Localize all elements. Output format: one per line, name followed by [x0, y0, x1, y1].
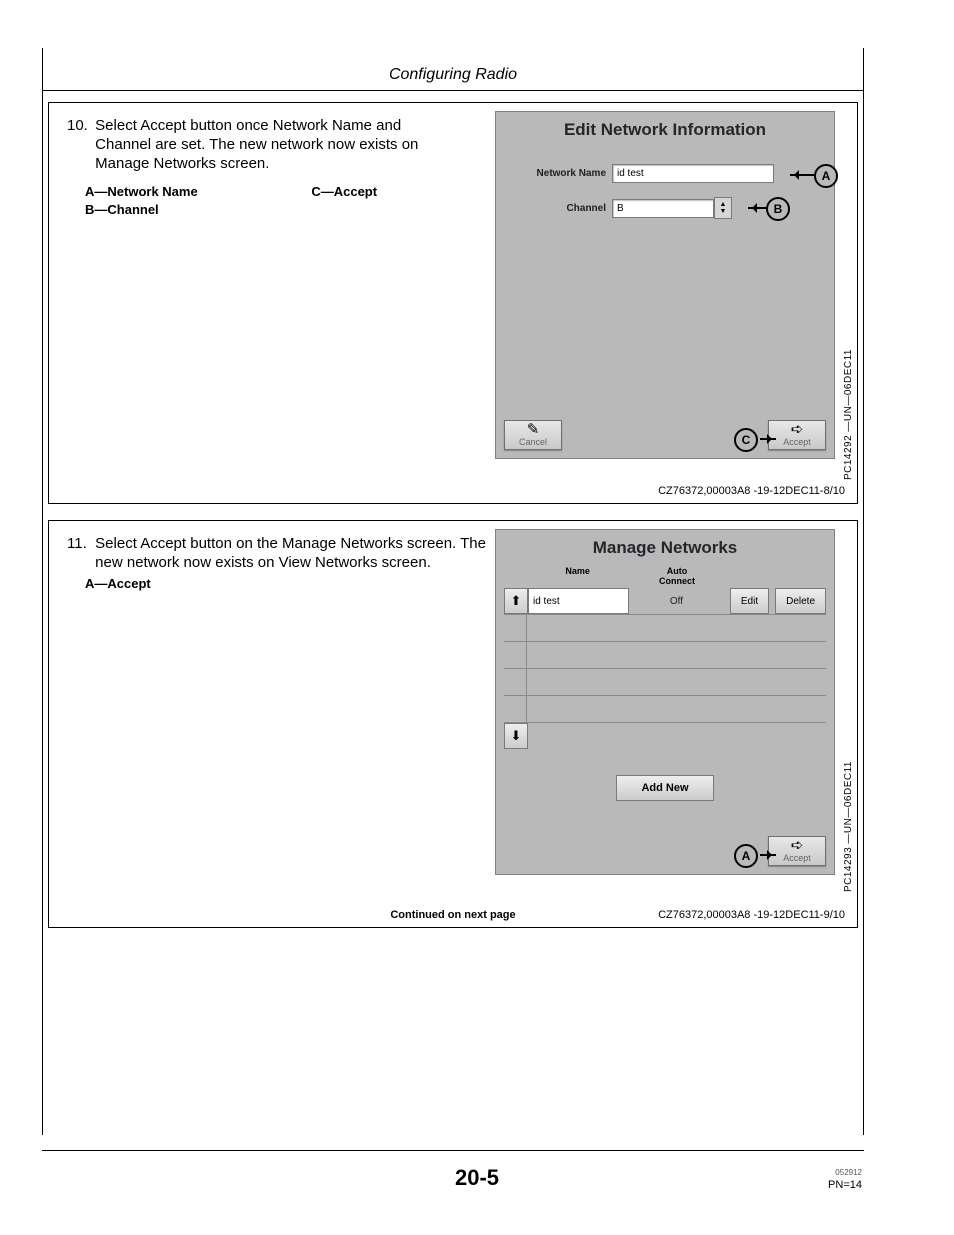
figure-code-11: PC14293 —UN—06DEC11 — [843, 761, 854, 892]
step-10-text: 10. Select Accept button once Network Na… — [67, 117, 467, 173]
network-name-field[interactable]: id test — [612, 164, 774, 183]
cancel-button[interactable]: ✎ Cancel — [504, 420, 562, 450]
accept-label-11: Accept — [775, 853, 819, 863]
row-auto: Off — [629, 588, 724, 614]
col-auto: Auto Connect — [627, 566, 726, 586]
step-11-number: 11. — [67, 535, 91, 554]
callout-b: B — [766, 197, 790, 221]
row-name[interactable]: id test — [528, 588, 629, 614]
figure-code-10: PC14292 —UN—06DEC11 — [843, 349, 854, 480]
step-11-box: 11. Select Accept button on the Manage N… — [48, 520, 858, 928]
spinner-down-icon: ▼ — [720, 208, 727, 215]
section-header: Configuring Radio — [43, 48, 863, 91]
manage-networks-screen: Manage Networks Name Auto Connect ⬆ id t… — [495, 529, 835, 875]
channel-spinner[interactable]: ▲ ▼ — [714, 197, 732, 219]
spinner-up-icon: ▲ — [720, 201, 727, 208]
step-10-legend: A—Network Name C—Accept B—Channel — [85, 183, 377, 219]
channel-label: Channel — [526, 203, 606, 214]
manage-networks-title: Manage Networks — [496, 530, 834, 564]
channel-field[interactable]: B — [612, 199, 714, 218]
scroll-down-button[interactable]: ⬇ — [504, 723, 528, 749]
step-10-box: 10. Select Accept button once Network Na… — [48, 102, 858, 504]
footer-date: 052912 — [835, 1168, 862, 1177]
delete-button[interactable]: Delete — [775, 588, 826, 614]
callout-c: C — [734, 428, 758, 452]
cancel-label: Cancel — [511, 437, 555, 447]
doc-code-10: CZ76372,00003A8 -19-12DEC11-8/10 — [658, 485, 845, 497]
step-11-body: Select Accept button on the Manage Netwo… — [95, 535, 491, 573]
callout-a: A — [814, 164, 838, 188]
edit-network-info-screen: Edit Network Information Network Name id… — [495, 111, 835, 459]
legend-c: C—Accept — [311, 183, 377, 201]
callout-a-11: A — [734, 844, 758, 868]
doc-code-11: CZ76372,00003A8 -19-12DEC11-9/10 — [658, 909, 845, 921]
step-10-body: Select Accept button once Network Name a… — [95, 117, 455, 173]
accept-icon: ➪ — [775, 423, 819, 437]
cancel-icon: ✎ — [511, 423, 555, 437]
legend-a: A—Network Name — [85, 184, 198, 199]
step-11-text: 11. Select Accept button on the Manage N… — [67, 535, 497, 573]
edit-network-title: Edit Network Information — [496, 112, 834, 146]
page-number: 20-5 — [0, 1165, 954, 1191]
pn-label: PN=14 — [828, 1179, 862, 1191]
scroll-up-button[interactable]: ⬆ — [504, 588, 528, 614]
accept-icon-11: ➪ — [775, 839, 819, 853]
edit-button[interactable]: Edit — [730, 588, 769, 614]
col-name: Name — [528, 566, 627, 586]
legend-b: B—Channel — [85, 201, 377, 219]
legend-a-11: A—Accept — [85, 575, 151, 593]
add-new-button[interactable]: Add New — [616, 775, 714, 801]
step-10-number: 10. — [67, 117, 91, 136]
network-name-label: Network Name — [526, 168, 606, 179]
arrow-up-icon: ⬆ — [511, 593, 522, 609]
step-11-legend: A—Accept — [85, 575, 151, 593]
arrow-down-icon: ⬇ — [511, 728, 522, 744]
accept-label: Accept — [775, 437, 819, 447]
